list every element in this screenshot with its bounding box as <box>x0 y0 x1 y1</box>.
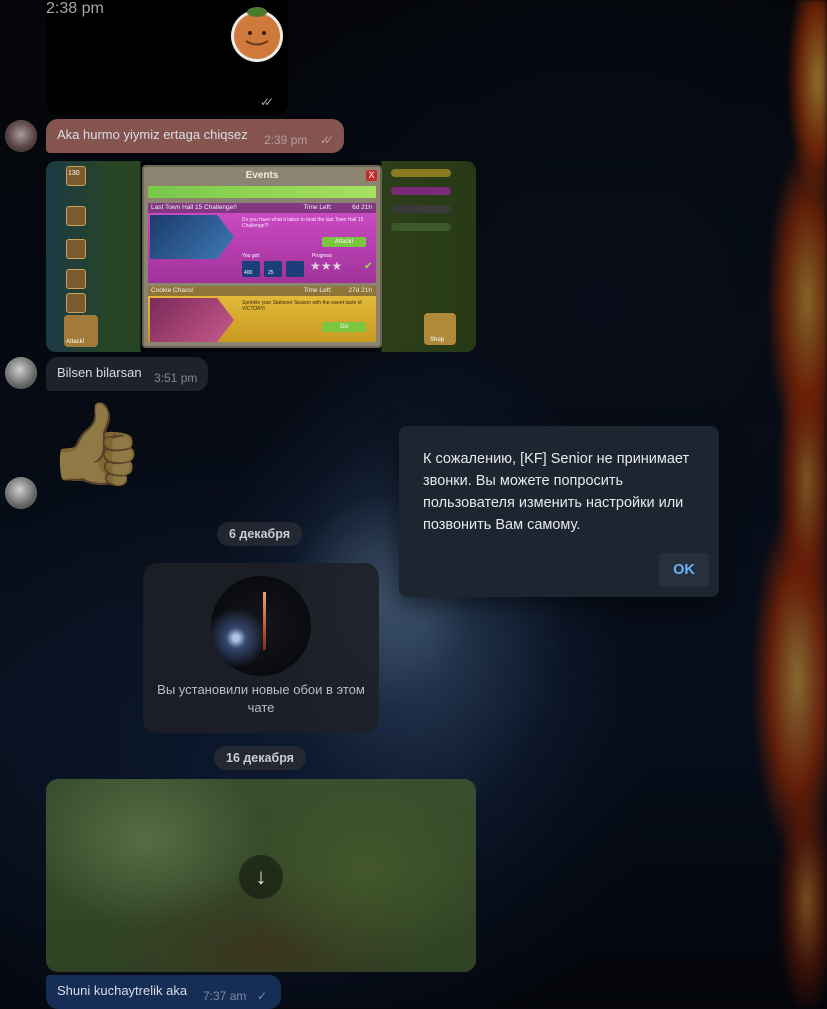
game-progress-bar <box>148 186 376 198</box>
game-you-got: You got: <box>242 253 261 259</box>
calls-restricted-dialog: К сожалению, [KF] Senior не принимает зв… <box>399 426 719 597</box>
game-resource-bar <box>391 205 451 213</box>
game-event-header: Cookie Chaos! Time Left: 27d 21h <box>148 286 376 296</box>
game-icon <box>66 239 86 259</box>
game-go-button: Go <box>322 322 366 332</box>
message-text: Bilsen bilarsan <box>57 365 142 380</box>
video-message[interactable]: ↓ <box>46 779 476 972</box>
game-event-card: Cookie Chaos! Time Left: 27d 21h Sprinkl… <box>148 286 376 342</box>
sticker-message[interactable]: 👍 <box>46 398 146 490</box>
avatar[interactable] <box>5 357 37 389</box>
game-event-art <box>150 215 234 259</box>
message-time: 3:51 pm <box>154 371 198 385</box>
game-event-art <box>150 298 234 342</box>
game-level: 130 <box>68 170 80 177</box>
game-resource-bar <box>391 169 451 177</box>
game-event-header: Last Town Hall 15 Challenge!! Time Left:… <box>148 203 376 213</box>
game-event-desc: Sprinkle your Stationer Season with the … <box>242 300 362 312</box>
read-ticks-icon: ✓✓ <box>320 133 334 147</box>
game-reward: 25 <box>264 261 282 277</box>
sticker-message[interactable]: 2:38 pm ✓✓ <box>46 0 288 116</box>
message-bubble[interactable]: Aka hurmo yiymiz ertaga chiqsez 2:39 pm … <box>46 119 344 153</box>
ok-button[interactable]: OK <box>659 553 709 587</box>
game-icon <box>66 269 86 289</box>
game-event-desc: Do you have what it takes to beat the la… <box>242 217 364 229</box>
tangerine-sticker <box>231 7 283 62</box>
game-event-card: Last Town Hall 15 Challenge!! Time Left:… <box>148 203 376 283</box>
message-text: Aka hurmo yiymiz ertaga chiqsez <box>57 127 248 142</box>
dialog-message: К сожалению, [KF] Senior не принимает зв… <box>423 451 690 533</box>
download-icon[interactable]: ↓ <box>239 855 283 899</box>
game-reward: 400 <box>242 261 260 277</box>
game-shop-button: Shop <box>424 313 456 345</box>
thumbs-up-sticker: 👍 <box>46 399 146 488</box>
game-attack-event-button: Attack! <box>322 237 366 247</box>
tower-shape <box>263 592 266 650</box>
message-time: 2:38 pm <box>46 0 104 17</box>
wallpaper-service-message[interactable]: Вы установили новые обои в этом чате <box>143 563 379 733</box>
photo-message[interactable]: 130 Attack! Shop Events X Last Town Hall… <box>46 161 476 352</box>
game-events-title: Events <box>245 170 279 181</box>
message-bubble[interactable]: Bilsen bilarsan 3:51 pm <box>46 357 208 391</box>
avatar[interactable] <box>5 120 37 152</box>
read-ticks-icon: ✓✓ <box>260 95 274 109</box>
game-events-panel: Events X Last Town Hall 15 Challenge!! T… <box>142 165 382 348</box>
message-text: Shuni kuchaytrelik aka <box>57 983 188 998</box>
game-icon <box>66 206 86 226</box>
date-separator: 6 декабря <box>217 522 303 546</box>
game-resource-bar <box>391 223 451 231</box>
game-close-icon: X <box>366 170 377 181</box>
game-attack-button: Attack! <box>64 315 98 347</box>
sent-tick-icon: ✓ <box>257 989 267 1003</box>
date-separator: 16 декабря <box>214 746 306 770</box>
message-time: 7:37 am <box>203 989 247 1003</box>
wallpaper-thumbnail <box>211 576 311 676</box>
service-message-text: Вы установили новые обои в этом чате <box>157 682 365 715</box>
star-icon: ★★★ <box>310 259 343 273</box>
game-icon <box>66 293 86 313</box>
message-bubble[interactable]: Shuni kuchaytrelik aka 7:37 am ✓ <box>46 975 281 1009</box>
game-reward <box>286 261 304 277</box>
check-icon: ✔ <box>364 261 373 272</box>
message-time: 2:39 pm <box>264 133 308 147</box>
avatar[interactable] <box>5 477 37 509</box>
game-resource-bar <box>391 187 451 195</box>
